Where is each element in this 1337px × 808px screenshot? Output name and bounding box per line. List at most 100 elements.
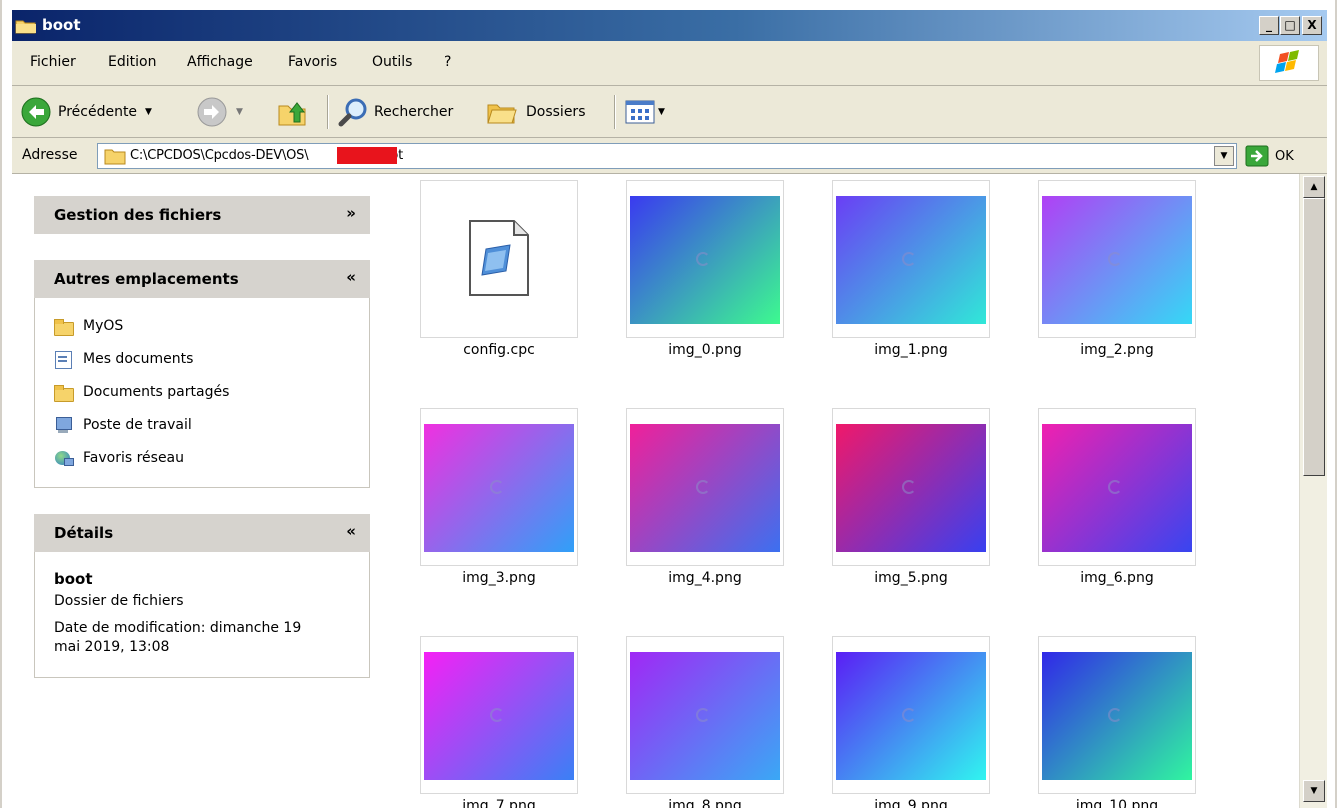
file-thumbnail[interactable] [420,408,578,566]
loading-spinner-icon [696,480,710,494]
panel-title: Autres emplacements [54,270,239,288]
menu-help[interactable]: ? [444,54,451,70]
details-modified-line1: Date de modification: dimanche 19 [54,620,302,636]
scroll-thumb[interactable] [1303,198,1325,476]
search-label: Rechercher [374,104,454,120]
details-panel: boot Dossier de fichiers Date de modific… [34,552,370,678]
folders-button[interactable]: Dossiers [484,94,586,130]
file-name-label[interactable]: img_9.png [821,798,1001,808]
image-preview [836,652,986,780]
title-bar: boot _ □ X [12,10,1327,41]
file-thumbnail[interactable] [1038,636,1196,794]
menu-affichage[interactable]: Affichage [187,54,253,70]
explorer-window: boot _ □ X Fichier Edition Affichage Fav… [0,0,1337,808]
up-folder-button[interactable] [276,94,308,130]
search-button[interactable]: Rechercher [338,94,453,130]
views-button[interactable]: ▼ [624,94,665,130]
go-label: OK [1275,148,1294,164]
back-button[interactable]: Précédente ▼ [20,94,152,130]
window-title: boot [42,16,81,34]
chevron-double-up-icon[interactable]: « [346,268,356,286]
documents-icon [53,350,73,369]
chevron-down-icon: ▼ [658,107,665,117]
redacted-path-segment [337,147,397,164]
place-link-poste-de-travail[interactable]: Poste de travail [53,413,192,437]
image-preview [1042,652,1192,780]
place-link-documents-partages[interactable]: Documents partagés [53,380,229,404]
folder-icon [104,147,126,165]
file-thumbnail[interactable] [832,636,990,794]
image-preview [836,196,986,324]
file-name-label[interactable]: img_4.png [615,570,795,586]
chevron-down-icon: ▼ [236,107,243,117]
back-arrow-icon [20,96,52,128]
maximize-button[interactable]: □ [1280,16,1300,35]
image-preview [424,652,574,780]
file-thumbnail[interactable] [626,636,784,794]
file-thumbnail[interactable] [420,180,578,338]
forward-button[interactable]: ▼ [196,94,243,130]
details-modified-line2: mai 2019, 13:08 [54,639,170,655]
chevron-double-up-icon[interactable]: « [346,522,356,540]
address-input[interactable]: C:\CPCDOS\Cpcdos-DEV\OS\\boot ▼ [97,143,1237,169]
file-thumbnail[interactable] [420,636,578,794]
file-name-label[interactable]: img_3.png [409,570,589,586]
file-tasks-header[interactable]: Gestion des fichiers » [34,196,370,234]
file-name-label[interactable]: img_10.png [1027,798,1207,808]
file-thumbnail[interactable] [1038,180,1196,338]
file-thumbnail[interactable] [832,180,990,338]
place-link-myos[interactable]: MyOS [53,314,123,338]
up-folder-icon [276,96,308,128]
loading-spinner-icon [902,480,916,494]
file-name-label[interactable]: img_8.png [615,798,795,808]
file-name-label[interactable]: img_7.png [409,798,589,808]
back-label: Précédente [58,104,138,120]
menu-outils[interactable]: Outils [372,54,412,70]
place-link-favoris-reseau[interactable]: Favoris réseau [53,446,184,470]
loading-spinner-icon [696,252,710,266]
file-thumbnail[interactable] [626,408,784,566]
chevron-double-down-icon[interactable]: » [346,204,356,222]
other-places-panel: MyOS Mes documents Documents partagés Po… [34,298,370,488]
go-arrow-icon [1245,145,1269,167]
file-thumbnail[interactable] [832,408,990,566]
windows-logo-icon [1259,45,1319,81]
menu-fichier[interactable]: Fichier [30,54,76,70]
file-name-label[interactable]: img_1.png [821,342,1001,358]
loading-spinner-icon [902,252,916,266]
search-icon [338,96,370,128]
go-button[interactable]: OK [1245,143,1323,169]
folder-icon [15,18,37,34]
menu-bar: Fichier Edition Affichage Favoris Outils… [12,41,1327,86]
scroll-up-button[interactable]: ▲ [1303,176,1325,198]
file-name-label[interactable]: img_2.png [1027,342,1207,358]
file-thumbnail[interactable] [1038,408,1196,566]
loading-spinner-icon [1108,480,1122,494]
menu-edition[interactable]: Edition [108,54,156,70]
task-pane: Gestion des fichiers » Autres emplacemen… [12,174,404,808]
minimize-button[interactable]: _ [1259,16,1279,35]
place-link-mes-documents[interactable]: Mes documents [53,347,193,371]
loading-spinner-icon [490,708,504,722]
scroll-down-button[interactable]: ▼ [1303,780,1325,802]
other-places-header[interactable]: Autres emplacements « [34,260,370,298]
file-name-label[interactable]: img_5.png [821,570,1001,586]
file-thumbnail[interactable] [626,180,784,338]
details-header[interactable]: Détails « [34,514,370,552]
folders-label: Dossiers [526,104,586,120]
toolbar-separator [614,95,616,129]
details-name: boot [54,570,93,588]
address-label: Adresse [22,147,78,163]
address-dropdown-button[interactable]: ▼ [1214,146,1234,166]
panel-title: Détails [54,524,114,542]
file-name-label[interactable]: config.cpc [409,342,589,358]
file-name-label[interactable]: img_6.png [1027,570,1207,586]
file-name-label[interactable]: img_0.png [615,342,795,358]
menu-favoris[interactable]: Favoris [288,54,337,70]
image-preview [1042,424,1192,552]
computer-icon [53,416,73,434]
image-preview [424,424,574,552]
details-type: Dossier de fichiers [54,593,184,609]
vertical-scrollbar[interactable]: ▲ ▼ [1299,174,1327,808]
close-button[interactable]: X [1302,16,1322,35]
